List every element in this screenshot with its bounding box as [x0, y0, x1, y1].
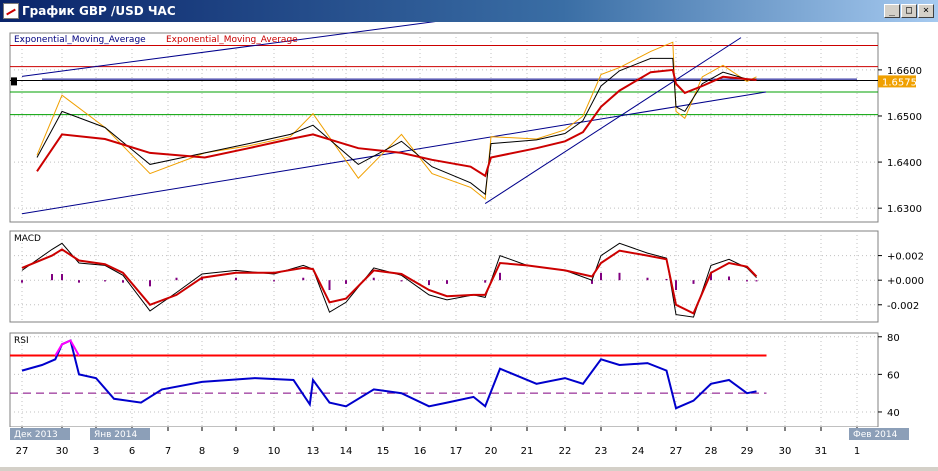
window-titlebar[interactable]: График GBP /USD ЧАС _ □ × [0, 0, 938, 22]
macd-label: MACD [14, 234, 41, 244]
time-tick-label: 30 [779, 446, 792, 457]
macd-pane-frame [9, 230, 879, 323]
time-tick-label: 16 [414, 446, 427, 457]
close-button[interactable]: × [918, 4, 934, 18]
time-tick-label: 24 [632, 446, 645, 457]
time-tick-label: 17 [450, 446, 463, 457]
time-tick-label: 13 [307, 446, 320, 457]
time-tick-label: 30 [56, 446, 69, 457]
time-tick-label: 27 [670, 446, 683, 457]
chart-canvas[interactable]: 1.6600 1.6500 1.6400 1.6300 1.6575 Exponentia… [0, 0, 938, 467]
month-label: Дек 2013 [14, 430, 58, 440]
time-tick-label: 31 [815, 446, 828, 457]
month-label: Фев 2014 [853, 430, 898, 440]
time-tick-label: 20 [485, 446, 498, 457]
time-tick-label: 27 [16, 446, 29, 457]
time-tick-label: 14 [340, 446, 353, 457]
price-pane-frame [9, 32, 879, 223]
time-tick-label: 23 [595, 446, 608, 457]
rsi-pane-frame [9, 332, 879, 428]
time-tick-label: 6 [129, 446, 135, 457]
macd-tick-label: +0.002 [887, 252, 924, 263]
chart-area[interactable]: 1.6600 1.6500 1.6400 1.6300 1.6575 Exponentia… [0, 0, 938, 467]
time-tick-label: 28 [705, 446, 718, 457]
price-tick-label: 1.6500 [887, 112, 922, 123]
rsi-tick-label: 40 [887, 408, 900, 419]
time-tick-label: 3 [93, 446, 99, 457]
price-tick-label: 1.6600 [887, 66, 922, 77]
price-tick-label: 1.6300 [887, 204, 922, 215]
time-tick-label: 10 [268, 446, 281, 457]
rsi-tick-label: 80 [887, 333, 900, 344]
macd-tick-label: +0.000 [887, 276, 924, 287]
price-tick-label: 1.6400 [887, 158, 922, 169]
price-marker-left [11, 77, 17, 86]
chart-app-icon [3, 3, 19, 19]
legend-ema-1: Exponential_Moving_Average [14, 35, 146, 45]
time-tick-label: 15 [377, 446, 390, 457]
time-tick-label: 9 [233, 446, 239, 457]
time-tick-label: 29 [741, 446, 754, 457]
rsi-tick-label: 60 [887, 370, 900, 381]
time-tick-label: 22 [559, 446, 572, 457]
macd-tick-label: -0.002 [887, 301, 919, 312]
window-title: График GBP /USD ЧАС [22, 4, 176, 18]
month-label: Янв 2014 [94, 430, 137, 440]
legend-ema-2: Exponential_Moving_Average [166, 35, 298, 45]
time-tick-label: 7 [165, 446, 171, 457]
time-tick-label: 21 [521, 446, 534, 457]
maximize-button[interactable]: □ [901, 4, 917, 18]
current-price-label: 1.6575 [882, 77, 917, 88]
minimize-button[interactable]: _ [884, 4, 900, 18]
time-tick-label: 1 [854, 446, 860, 457]
rsi-label: RSI [14, 336, 29, 346]
time-tick-label: 8 [199, 446, 205, 457]
